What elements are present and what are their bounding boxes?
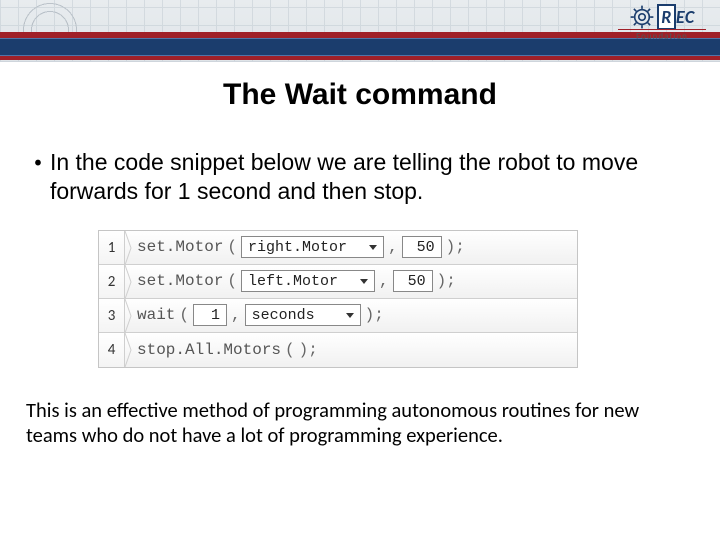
logo-divider <box>618 29 706 30</box>
chevron-down-icon <box>360 279 368 284</box>
duration-input[interactable]: 1 <box>193 304 227 326</box>
motor-select[interactable]: right.Motor <box>241 236 384 258</box>
code-line: 1 set.Motor ( right.Motor , 50 ); <box>99 231 577 265</box>
paren-close: ); <box>299 341 318 359</box>
comma: , <box>388 238 398 256</box>
code-text: wait ( 1 , seconds ); <box>133 304 384 326</box>
paren-close: ); <box>365 306 384 324</box>
function-name: set.Motor <box>137 238 223 256</box>
chevron-down-icon <box>369 245 377 250</box>
code-line: 2 set.Motor ( left.Motor , 50 ); <box>99 265 577 299</box>
code-text: set.Motor ( left.Motor , 50 ); <box>133 270 456 292</box>
combo-value: right.Motor <box>248 239 347 256</box>
logo-letter-r: R <box>657 4 676 30</box>
line-notch-icon <box>125 265 133 298</box>
bullet-item: • In the code snippet below we are telli… <box>0 112 720 206</box>
bullet-marker: • <box>34 153 42 172</box>
bullet-text: In the code snippet below we are telling… <box>50 148 676 206</box>
paren-close: ); <box>437 272 456 290</box>
code-snippet: 1 set.Motor ( right.Motor , 50 ); 2 set.… <box>98 230 578 368</box>
footer-text: This is an effective method of programmi… <box>26 398 694 448</box>
speed-value: 50 <box>408 273 426 290</box>
comma: , <box>231 306 241 324</box>
code-text: set.Motor ( right.Motor , 50 ); <box>133 236 465 258</box>
speed-input[interactable]: 50 <box>393 270 433 292</box>
speed-input[interactable]: 50 <box>402 236 442 258</box>
line-notch-icon <box>125 299 133 332</box>
paren-open: ( <box>179 306 189 324</box>
logo-subtitle: Foundation <box>636 31 688 42</box>
combo-value: left.Motor <box>248 273 338 290</box>
line-number: 1 <box>99 231 125 264</box>
header-banner: REC Foundation <box>0 0 720 62</box>
paren-close: ); <box>446 238 465 256</box>
line-number: 4 <box>99 333 125 367</box>
line-number: 3 <box>99 299 125 332</box>
rec-logo: REC Foundation <box>612 4 712 42</box>
gear-icon <box>629 4 655 30</box>
duration-value: 1 <box>211 307 220 324</box>
function-name: set.Motor <box>137 272 223 290</box>
unit-select[interactable]: seconds <box>245 304 361 326</box>
line-notch-icon <box>125 231 133 264</box>
logo-text: REC <box>657 6 694 28</box>
stripe-red-bot <box>0 56 720 60</box>
line-notch-icon <box>125 333 133 367</box>
function-name: wait <box>137 306 175 324</box>
motor-select[interactable]: left.Motor <box>241 270 375 292</box>
code-line: 3 wait ( 1 , seconds ); <box>99 299 577 333</box>
chevron-down-icon <box>346 313 354 318</box>
line-number: 2 <box>99 265 125 298</box>
code-line: 4 stop.All.Motors ( ); <box>99 333 577 367</box>
combo-value: seconds <box>252 307 315 324</box>
speed-value: 50 <box>417 239 435 256</box>
code-text: stop.All.Motors ( ); <box>133 341 318 359</box>
logo-letters-ec: EC <box>676 6 695 28</box>
paren-open: ( <box>285 341 295 359</box>
page-title: The Wait command <box>0 78 720 112</box>
comma: , <box>379 272 389 290</box>
function-name: stop.All.Motors <box>137 341 281 359</box>
paren-open: ( <box>227 272 237 290</box>
paren-open: ( <box>227 238 237 256</box>
